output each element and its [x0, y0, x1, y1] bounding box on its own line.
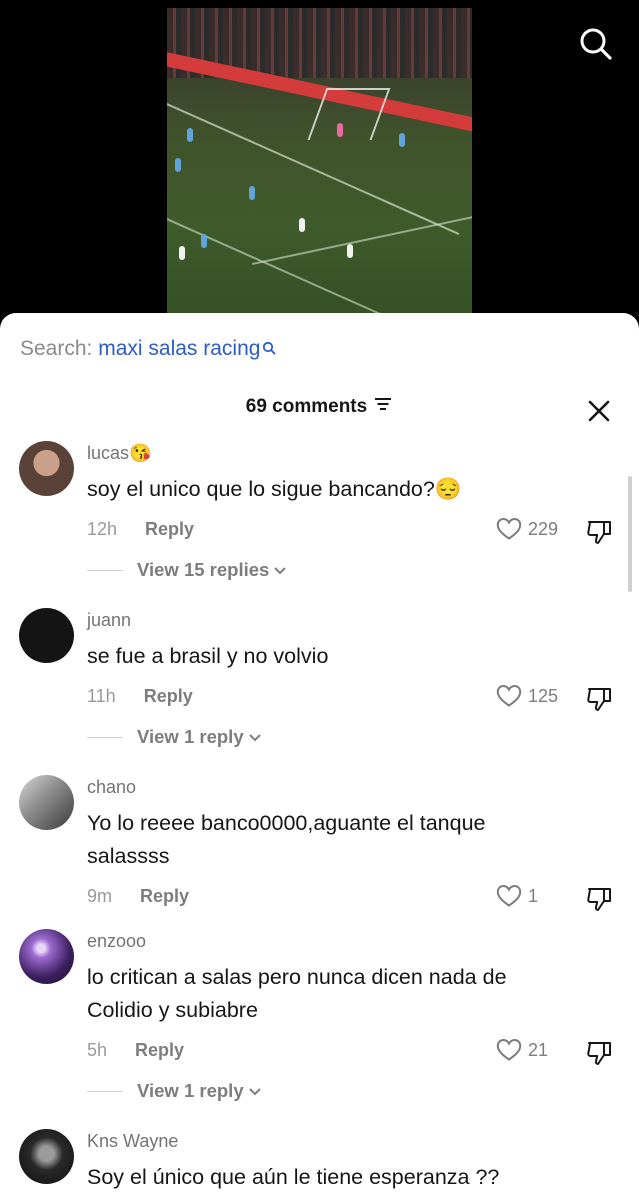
like-count: 229: [528, 518, 559, 539]
search-icon: [262, 337, 276, 361]
comment-text: Soy el único que aún le tiene esperanza …: [87, 1165, 500, 1189]
comment-username[interactable]: enzooo: [87, 931, 146, 952]
avatar[interactable]: [19, 441, 74, 496]
view-replies-label: View 1 reply: [137, 726, 244, 747]
divider: [87, 1090, 123, 1092]
like-button[interactable]: 125: [496, 684, 558, 708]
comment-username[interactable]: chano: [87, 777, 136, 798]
player: [179, 246, 185, 260]
filter-icon[interactable]: [373, 396, 393, 418]
player: [399, 133, 405, 147]
video-frame: [167, 8, 472, 320]
search-suggestion[interactable]: Search: maxi salas racing: [20, 337, 276, 361]
video-search-button[interactable]: [576, 24, 616, 64]
reply-button[interactable]: Reply: [145, 519, 194, 539]
thumbs-down-icon: [587, 1042, 611, 1065]
like-button[interactable]: 229: [496, 517, 558, 541]
reply-button[interactable]: Reply: [140, 886, 189, 906]
comment-text: lo critican a salas pero nunca dicen nad…: [87, 965, 507, 1022]
comment-time: 12h: [87, 519, 118, 539]
comment-text: soy el unico que lo sigue bancando?😔: [87, 477, 462, 501]
chevron-down-icon: [248, 1080, 262, 1102]
player: [187, 128, 193, 142]
avatar[interactable]: [19, 929, 74, 984]
like-count: 1: [528, 885, 539, 906]
search-icon: [580, 28, 612, 60]
pitch-line: [252, 215, 472, 265]
dislike-button[interactable]: [586, 886, 614, 917]
close-icon: [588, 400, 610, 422]
pitch-line: [167, 218, 460, 320]
heart-icon: [496, 684, 522, 707]
view-replies-button[interactable]: View 1 reply: [87, 726, 262, 748]
view-replies-button[interactable]: View 15 replies: [87, 559, 287, 581]
view-replies-label: View 15 replies: [137, 559, 270, 580]
chevron-down-icon: [248, 726, 262, 748]
comment-text: Yo lo reeee banco0000,aguante el tanque …: [87, 811, 486, 868]
comment-username[interactable]: Kns Wayne: [87, 1131, 178, 1152]
player: [201, 234, 207, 248]
thumbs-down-icon: [587, 521, 611, 544]
player: [299, 218, 305, 232]
thumbs-down-icon: [587, 888, 611, 911]
player: [347, 244, 353, 258]
view-replies-button[interactable]: View 1 reply: [87, 1080, 262, 1102]
comment-meta: 5h Reply: [87, 1040, 184, 1061]
thumbs-down-icon: [587, 688, 611, 711]
dislike-button[interactable]: [586, 519, 614, 550]
player: [249, 186, 255, 200]
comment-time: 11h: [87, 686, 116, 706]
heart-icon: [496, 1038, 522, 1061]
search-label: Search:: [20, 337, 99, 360]
reply-button[interactable]: Reply: [135, 1040, 184, 1060]
heart-icon: [496, 517, 522, 540]
like-button[interactable]: 21: [496, 1038, 548, 1062]
comment-meta: 12h Reply: [87, 519, 194, 540]
comment-username[interactable]: juann: [87, 610, 131, 631]
heart-icon: [496, 884, 522, 907]
like-count: 125: [528, 685, 559, 706]
player: [175, 158, 181, 172]
avatar[interactable]: [19, 608, 74, 663]
view-replies-label: View 1 reply: [137, 1080, 244, 1101]
comment-time: 5h: [87, 1040, 108, 1060]
comment-username[interactable]: lucas😘: [87, 443, 151, 464]
comment-meta: 11h Reply: [87, 686, 193, 707]
avatar[interactable]: [19, 1129, 74, 1184]
like-count: 21: [528, 1039, 549, 1060]
close-button[interactable]: [585, 397, 613, 425]
comment-text: se fue a brasil y no volvio: [87, 644, 329, 668]
comments-sheet: Search: maxi salas racing 69 comments lu…: [0, 313, 639, 1200]
scrollbar[interactable]: [628, 476, 632, 592]
reply-button[interactable]: Reply: [144, 686, 193, 706]
divider: [87, 736, 123, 738]
avatar[interactable]: [19, 775, 74, 830]
video-player[interactable]: [0, 0, 639, 330]
divider: [87, 569, 123, 571]
chevron-down-icon: [273, 559, 287, 581]
comment-time: 9m: [87, 886, 113, 906]
dislike-button[interactable]: [586, 1040, 614, 1071]
search-term[interactable]: maxi salas racing: [98, 337, 260, 360]
goalkeeper: [337, 123, 343, 137]
comments-count: 69 comments: [245, 396, 368, 418]
comments-header: 69 comments: [0, 396, 639, 418]
like-button[interactable]: 1: [496, 884, 538, 908]
dislike-button[interactable]: [586, 686, 614, 717]
comment-meta: 9m Reply: [87, 886, 189, 907]
